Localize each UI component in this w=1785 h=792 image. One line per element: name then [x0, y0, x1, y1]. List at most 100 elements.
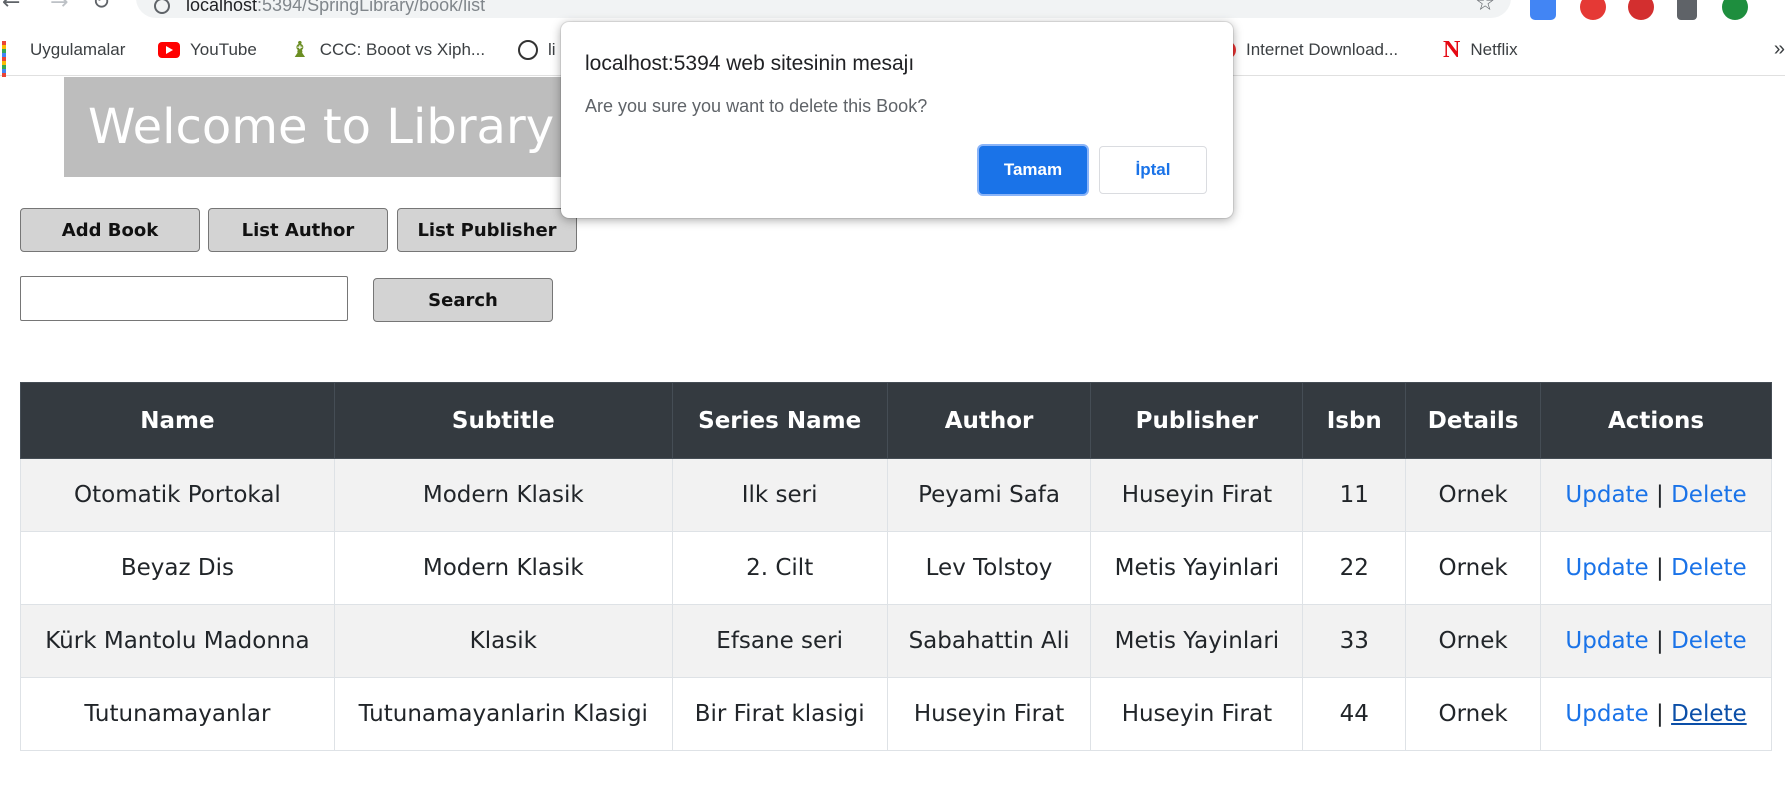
- cell-publisher: Huseyin Firat: [1090, 677, 1304, 751]
- delete-link[interactable]: Delete: [1671, 482, 1747, 508]
- bookmark-label: YouTube: [190, 40, 257, 59]
- cell-details: Ornek: [1405, 604, 1542, 678]
- bookmark-apps[interactable]: Uygulamalar: [2, 38, 125, 77]
- dialog-message: Are you sure you want to delete this Boo…: [585, 96, 928, 116]
- table-row: Kürk Mantolu Madonna Klasik Efsane seri …: [20, 604, 1772, 678]
- list-author-button[interactable]: List Author: [208, 208, 388, 252]
- list-publisher-button[interactable]: List Publisher: [397, 208, 577, 252]
- cell-subtitle: Modern Klasik: [333, 531, 673, 605]
- loop-icon: [518, 40, 538, 60]
- cell-isbn: 11: [1302, 458, 1407, 532]
- add-book-button[interactable]: Add Book: [20, 208, 200, 252]
- cell-author: Sabahattin Ali: [886, 604, 1092, 678]
- browser-toolbar: ← → ↻ localhost:5394/SpringLibrary/book/…: [0, 0, 1785, 20]
- ublock-extension-icon[interactable]: [1580, 0, 1606, 20]
- welcome-title: Welcome to Library: [88, 99, 555, 155]
- cell-isbn: 33: [1302, 604, 1407, 678]
- cell-series: Bir Firat klasigi: [671, 677, 888, 751]
- cell-publisher: Metis Yayinlari: [1090, 604, 1304, 678]
- cell-author: Peyami Safa: [886, 458, 1092, 532]
- cell-author: Lev Tolstoy: [886, 531, 1092, 605]
- cell-name: Tutunamayanlar: [20, 677, 335, 751]
- bookmark-ccc[interactable]: ♝ CCC: Booot vs Xiph...: [290, 38, 485, 62]
- cell-actions: Update | Delete: [1540, 458, 1772, 532]
- extensions-puzzle-icon[interactable]: [1677, 0, 1697, 20]
- update-link[interactable]: Update: [1565, 628, 1648, 654]
- update-link[interactable]: Update: [1565, 555, 1648, 581]
- bookmark-youtube[interactable]: YouTube: [158, 38, 257, 62]
- cell-publisher: Huseyin Firat: [1090, 458, 1304, 532]
- bookmark-label: Internet Download...: [1246, 40, 1399, 59]
- apps-grid-icon: [2, 41, 20, 77]
- dialog-title: localhost:5394 web sitesinin mesajı: [585, 52, 915, 75]
- bookmark-li[interactable]: li: [518, 38, 556, 62]
- header-subtitle: Subtitle: [333, 382, 673, 459]
- header-details: Details: [1405, 382, 1542, 459]
- bookmark-label: li: [548, 40, 556, 59]
- reload-icon[interactable]: ↻: [92, 0, 110, 14]
- action-separator: |: [1656, 555, 1664, 581]
- header-actions: Actions: [1540, 382, 1772, 459]
- table-row: Beyaz Dis Modern Klasik 2. Cilt Lev Tols…: [20, 531, 1772, 605]
- confirm-dialog: localhost:5394 web sitesinin mesajı Are …: [561, 22, 1233, 218]
- cell-author: Huseyin Firat: [886, 677, 1092, 751]
- books-table: Name Subtitle Series Name Author Publish…: [20, 382, 1772, 751]
- cell-isbn: 22: [1302, 531, 1407, 605]
- cell-series: Ilk seri: [671, 458, 888, 532]
- bookmark-label: Netflix: [1470, 40, 1518, 59]
- header-series-name: Series Name: [671, 382, 888, 459]
- header-publisher: Publisher: [1090, 382, 1304, 459]
- cell-publisher: Metis Yayinlari: [1090, 531, 1304, 605]
- netflix-icon: N: [1443, 36, 1461, 63]
- ok-button[interactable]: Tamam: [979, 146, 1087, 194]
- header-isbn: Isbn: [1302, 382, 1407, 459]
- url-text: localhost:5394/SpringLibrary/book/list: [186, 0, 485, 16]
- delete-link[interactable]: Delete: [1671, 628, 1747, 654]
- adblock-extension-icon[interactable]: [1628, 0, 1654, 20]
- back-arrow-icon[interactable]: ←: [2, 0, 20, 14]
- bookmark-idm[interactable]: Internet Download...: [1218, 38, 1398, 62]
- cell-series: 2. Cilt: [671, 531, 888, 605]
- bookmark-netflix[interactable]: N Netflix: [1443, 36, 1518, 63]
- header-name: Name: [20, 382, 335, 459]
- cell-actions: Update | Delete: [1540, 531, 1772, 605]
- cell-details: Ornek: [1405, 531, 1542, 605]
- action-separator: |: [1656, 628, 1664, 654]
- cell-name: Otomatik Portokal: [20, 458, 335, 532]
- update-link[interactable]: Update: [1565, 482, 1648, 508]
- cell-details: Ornek: [1405, 677, 1542, 751]
- cell-subtitle: Klasik: [333, 604, 673, 678]
- action-separator: |: [1656, 482, 1664, 508]
- cell-actions: Update | Delete: [1540, 677, 1772, 751]
- table-row: Tutunamayanlar Tutunamayanlarin Klasigi …: [20, 677, 1772, 751]
- address-bar[interactable]: localhost:5394/SpringLibrary/book/list ☆: [136, 0, 1511, 18]
- chess-icon: ♝: [290, 37, 310, 62]
- more-bookmarks-icon[interactable]: »: [1774, 38, 1785, 61]
- cell-name: Beyaz Dis: [20, 531, 335, 605]
- welcome-banner: Welcome to Library: [64, 77, 604, 177]
- delete-link[interactable]: Delete: [1671, 555, 1747, 581]
- cell-series: Efsane seri: [671, 604, 888, 678]
- youtube-icon: [158, 42, 180, 58]
- search-button[interactable]: Search: [373, 278, 553, 322]
- forward-arrow-icon[interactable]: →: [50, 0, 68, 14]
- cell-subtitle: Tutunamayanlarin Klasigi: [333, 677, 673, 751]
- site-info-icon[interactable]: [154, 0, 170, 14]
- translate-extension-icon[interactable]: [1530, 0, 1556, 20]
- cell-details: Ornek: [1405, 458, 1542, 532]
- action-separator: |: [1656, 701, 1664, 727]
- cancel-button[interactable]: İptal: [1099, 146, 1207, 194]
- search-input[interactable]: [20, 276, 348, 321]
- cell-name: Kürk Mantolu Madonna: [20, 604, 335, 678]
- cell-actions: Update | Delete: [1540, 604, 1772, 678]
- url-host: localhost: [186, 0, 258, 15]
- cell-isbn: 44: [1302, 677, 1407, 751]
- url-path: :5394/SpringLibrary/book/list: [257, 0, 486, 15]
- bookmark-star-icon[interactable]: ☆: [1475, 0, 1495, 15]
- bookmark-label: CCC: Booot vs Xiph...: [319, 40, 486, 59]
- update-link[interactable]: Update: [1565, 701, 1648, 727]
- cell-subtitle: Modern Klasik: [333, 458, 673, 532]
- header-author: Author: [886, 382, 1092, 459]
- profile-avatar-icon[interactable]: [1722, 0, 1748, 20]
- delete-link[interactable]: Delete: [1671, 701, 1747, 727]
